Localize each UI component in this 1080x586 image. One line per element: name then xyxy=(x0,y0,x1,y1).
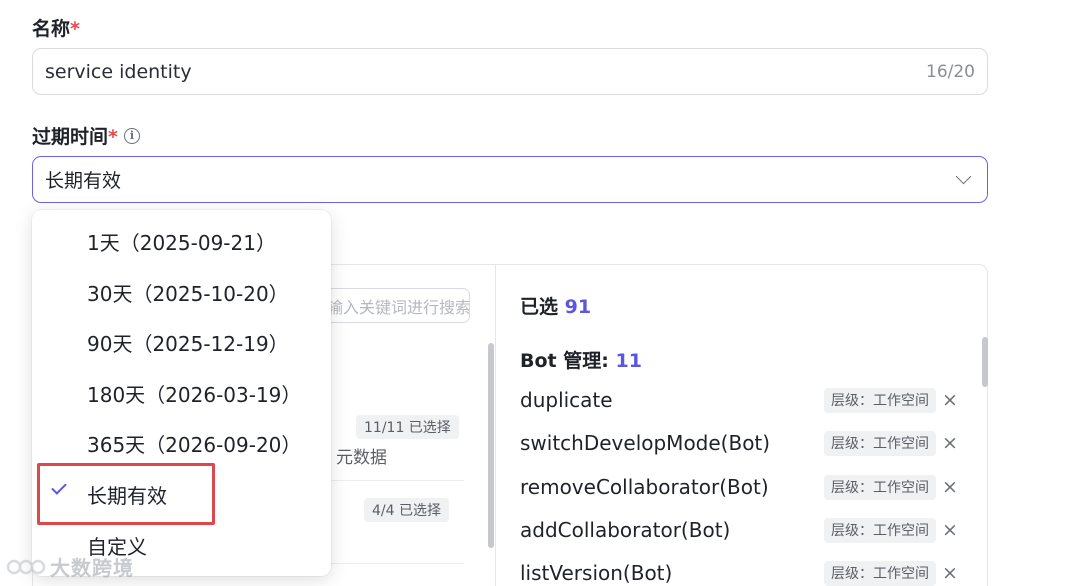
permission-name: addCollaborator(Bot) xyxy=(520,518,731,542)
close-icon[interactable]: × xyxy=(940,477,960,497)
scope-tag: 层级：工作空间 xyxy=(824,430,936,456)
permission-name: removeCollaborator(Bot) xyxy=(520,475,769,499)
watermark-logo-icon xyxy=(6,559,46,574)
close-icon[interactable]: × xyxy=(940,563,960,583)
selected-permission-row: addCollaborator(Bot) 层级：工作空间 × xyxy=(520,515,960,545)
dropdown-option-permanent[interactable]: 长期有效 xyxy=(32,469,331,519)
option-label: 长期有效 xyxy=(87,483,167,508)
expiry-select-value: 长期有效 xyxy=(45,170,122,192)
check-icon xyxy=(51,479,67,495)
name-field-label: 名称* xyxy=(32,18,80,40)
permission-name: listVersion(Bot) xyxy=(520,561,673,585)
chevron-down-icon xyxy=(955,168,972,185)
dropdown-option-180-days[interactable]: 180天（2026-03-19） xyxy=(32,368,331,418)
required-asterisk: * xyxy=(108,126,118,148)
close-icon[interactable]: × xyxy=(940,520,960,540)
divider xyxy=(331,563,464,564)
group-count: 11 xyxy=(615,350,642,372)
group-heading: Bot 管理: 11 xyxy=(520,350,642,372)
name-input[interactable]: service identity 16/20 xyxy=(32,48,988,95)
scope-tag: 层级：工作空间 xyxy=(824,474,936,500)
watermark: 大数跨境 xyxy=(6,552,134,581)
right-scrollbar[interactable] xyxy=(982,337,988,387)
left-scrollbar[interactable] xyxy=(488,343,494,548)
expiry-select[interactable]: 长期有效 xyxy=(32,156,988,203)
close-icon[interactable]: × xyxy=(940,433,960,453)
selected-permission-row: removeCollaborator(Bot) 层级：工作空间 × xyxy=(520,472,960,502)
name-char-count: 16/20 xyxy=(926,61,975,82)
permission-name: duplicate xyxy=(520,388,613,412)
group-selected-badge: 11/11 已选择 xyxy=(356,415,459,439)
dropdown-option-30-days[interactable]: 30天（2025-10-20） xyxy=(32,267,331,317)
selected-permission-row: duplicate 层级：工作空间 × xyxy=(520,385,960,415)
name-input-value[interactable]: service identity xyxy=(45,61,926,83)
dropdown-option-365-days[interactable]: 365天（2026-09-20） xyxy=(32,418,331,468)
dropdown-option-1-day[interactable]: 1天（2025-09-21） xyxy=(32,216,331,266)
permission-name: switchDevelopMode(Bot) xyxy=(520,431,771,455)
selected-summary: 已选 91 xyxy=(520,296,592,318)
close-icon[interactable]: × xyxy=(940,390,960,410)
info-icon[interactable]: i xyxy=(123,127,140,144)
expiry-field-label: 过期时间* i xyxy=(32,122,140,149)
divider xyxy=(331,480,464,481)
expiry-dropdown-menu: 1天（2025-09-21） 30天（2025-10-20） 90天（2025-… xyxy=(32,210,331,576)
scope-tag: 层级：工作空间 xyxy=(824,517,936,543)
scope-tag: 层级：工作空间 xyxy=(824,387,936,413)
selected-permission-row: switchDevelopMode(Bot) 层级：工作空间 × xyxy=(520,428,960,458)
dropdown-option-90-days[interactable]: 90天（2025-12-19） xyxy=(32,317,331,367)
group-subtitle: 元数据 xyxy=(336,448,387,468)
selected-permission-row: listVersion(Bot) 层级：工作空间 × xyxy=(520,558,960,586)
scope-tag: 层级：工作空间 xyxy=(824,560,936,586)
required-asterisk: * xyxy=(70,18,80,40)
selected-count: 91 xyxy=(564,296,592,318)
watermark-text: 大数跨境 xyxy=(50,556,134,580)
group-selected-badge: 4/4 已选择 xyxy=(364,498,449,522)
